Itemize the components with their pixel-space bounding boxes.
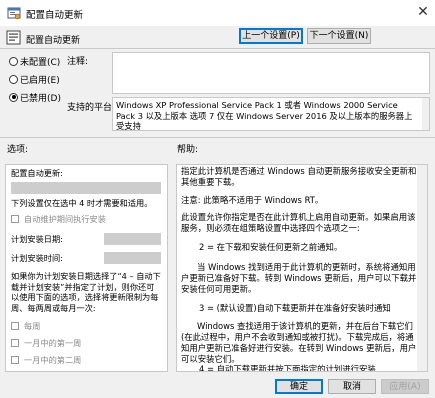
apply-button[interactable]: 应用(A) [381, 379, 429, 394]
close-icon[interactable]: ✕ [414, 3, 432, 21]
comment-label: 注释: [67, 57, 89, 67]
help-paragraph: 指定此计算机是否通过 Windows 自动更新服务接收安全更新和其他重要下载。 [181, 166, 417, 187]
radio-disabled-label: 已禁用(D) [20, 93, 61, 104]
radio-not-configured-label: 未配置(C) [20, 57, 61, 68]
ok-button[interactable]: 确定 [275, 379, 323, 394]
help-paragraph: 2 = 在下载和安装任何更新之前通知。 [199, 242, 343, 252]
help-paragraph: 此设置允许你指定是否在此计算机上启用自动更新。如果启用该服务，则必须在组策略设置… [181, 212, 416, 233]
platform-label: 支持的平台: [67, 103, 116, 113]
options-label: 选项: [7, 145, 29, 155]
weekly-label: 每周 [24, 321, 41, 331]
second-week-checkbox[interactable] [11, 356, 19, 364]
options-title: 配置自动更新: [11, 168, 63, 178]
second-week-label: 一月中的第二周 [24, 355, 82, 365]
help-paragraph: 当 Windows 找到适用于此计算机的更新时，系统将通知用户更新已准备好下载。… [181, 262, 417, 294]
setting-name: 配置自动更新 [26, 36, 81, 46]
comment-textarea[interactable] [112, 52, 430, 94]
help-paragraph: Windows 查找适用于该计算机的更新，并在后台下载它们(在此过程中，用户不会… [181, 321, 417, 364]
help-label: 帮助: [177, 145, 199, 155]
install-day-dropdown[interactable] [104, 233, 161, 245]
radio-enabled-circle[interactable] [9, 74, 18, 84]
radio-enabled[interactable]: 已启用(E) [9, 72, 60, 86]
options-panel: 配置自动更新: 下列设置仅在选中 4 时才需要和适用。 自动维护期间执行安装 计… [5, 164, 168, 372]
help-paragraph: 3 = (默认设置)自动下载更新并在准备好安装时通知 [199, 303, 391, 313]
help-panel: 指定此计算机是否通过 Windows 自动更新服务接收安全更新和其他重要下载。 … [176, 164, 428, 372]
policy-window-icon [7, 7, 21, 20]
install-time-label: 计划安装时间: [11, 253, 63, 263]
install-time-dropdown[interactable] [104, 252, 161, 264]
platform-scrollbar[interactable] [422, 98, 429, 130]
radio-disabled-circle[interactable] [9, 92, 18, 102]
options-note: 下列设置仅在选中 4 时才需要和适用。 [11, 198, 153, 208]
help-scrollbar[interactable] [417, 165, 427, 371]
weekly-checkbox[interactable] [11, 322, 19, 330]
previous-setting-button[interactable]: 上一个设置(P) [239, 28, 303, 44]
cancel-button[interactable]: 取消 [328, 379, 376, 394]
radio-disabled[interactable]: 已禁用(D) [9, 90, 61, 104]
install-day-label: 计划安装日期: [11, 234, 63, 244]
platform-value: Windows XP Professional Service Pack 1 或… [116, 100, 413, 131]
options-description: 如果你为计划安装日期选择了“4 – 自动下载并计划安装”并指定了计划，则你还可以… [11, 271, 161, 313]
help-paragraph: 4 = 自动下载更新并按下面指定的计划进行安装 [199, 364, 376, 372]
radio-not-configured-circle[interactable] [9, 56, 18, 66]
first-week-checkbox[interactable] [11, 339, 19, 347]
radio-not-configured[interactable]: 未配置(C) [9, 54, 60, 68]
setting-icon [6, 30, 21, 45]
middle-divider [0, 137, 435, 138]
radio-enabled-label: 已启用(E) [20, 75, 60, 86]
header-divider [0, 48, 435, 49]
first-week-label: 一月中的第一周 [24, 338, 82, 348]
platform-value-box: Windows XP Professional Service Pack 1 或… [112, 97, 430, 131]
update-mode-dropdown[interactable] [11, 182, 161, 194]
maintenance-install-checkbox[interactable] [11, 215, 19, 223]
window-title: 配置自动更新 [26, 10, 84, 21]
maintenance-install-label: 自动维护期间执行安装 [24, 214, 106, 224]
next-setting-button[interactable]: 下一个设置(N) [307, 28, 371, 44]
help-paragraph: 注意: 此策略不适用于 Windows RT。 [181, 195, 324, 205]
